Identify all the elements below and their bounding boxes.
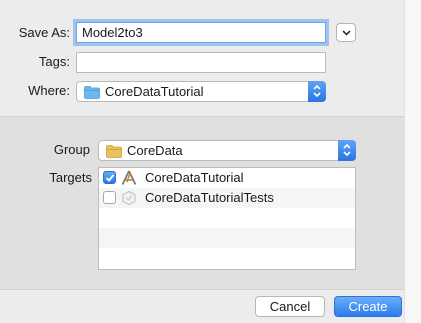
- tags-label: Tags:: [38, 54, 70, 69]
- group-popup[interactable]: CoreData: [98, 140, 356, 161]
- tags-field[interactable]: [76, 52, 326, 73]
- group-label: Group: [53, 142, 90, 157]
- chevron-down-icon: [342, 30, 351, 36]
- up-down-arrows-icon: [343, 143, 351, 157]
- test-target-icon: [122, 190, 136, 206]
- folder-icon: [106, 145, 122, 158]
- up-down-arrows-icon: [313, 84, 321, 98]
- app-target-icon: [121, 170, 137, 185]
- where-popup[interactable]: CoreDataTutorial: [76, 81, 326, 102]
- where-value: CoreDataTutorial: [105, 84, 204, 99]
- create-button[interactable]: Create: [334, 296, 402, 317]
- folder-icon: [84, 86, 100, 99]
- target-name: CoreDataTutorial: [145, 170, 244, 185]
- cancel-button[interactable]: Cancel: [255, 296, 325, 317]
- group-stepper: [338, 140, 356, 161]
- target-row[interactable]: CoreDataTutorial: [99, 168, 355, 188]
- expand-dialog-button[interactable]: [336, 23, 356, 42]
- where-stepper: [308, 81, 326, 102]
- target-checkbox[interactable]: [103, 171, 116, 184]
- checkmark-icon: [105, 174, 115, 182]
- target-row[interactable]: CoreDataTutorialTests: [99, 188, 355, 208]
- target-name: CoreDataTutorialTests: [145, 190, 274, 205]
- group-value: CoreData: [127, 143, 183, 158]
- empty-row: [99, 208, 355, 228]
- target-checkbox[interactable]: [103, 191, 116, 204]
- targets-list: CoreDataTutorial CoreDataTutorialTests: [98, 167, 356, 270]
- window-scrollbar[interactable]: [404, 0, 421, 323]
- save-as-label: Save As:: [18, 25, 70, 40]
- empty-row: [99, 228, 355, 248]
- empty-row: [99, 248, 355, 268]
- targets-label: Targets: [49, 170, 92, 185]
- where-label: Where:: [28, 83, 70, 98]
- save-as-field[interactable]: Model2to3: [76, 22, 326, 43]
